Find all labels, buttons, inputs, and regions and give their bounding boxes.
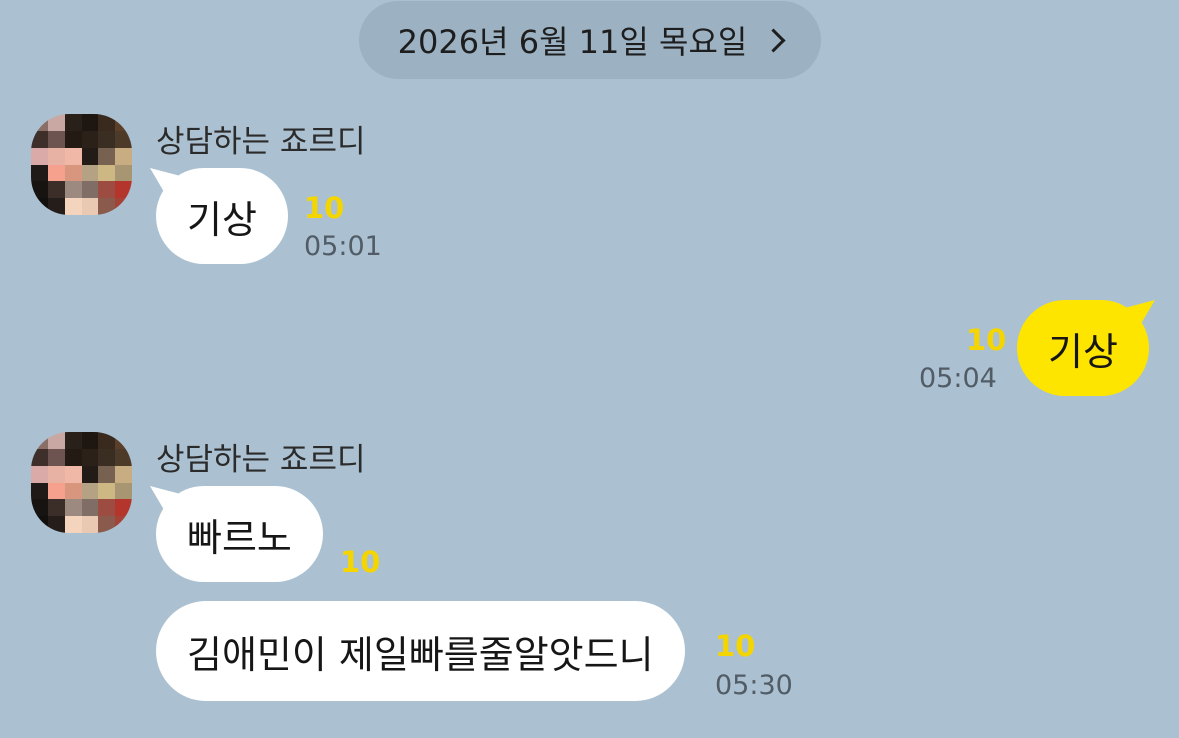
message-time: 05:04 <box>919 363 997 394</box>
unread-count: 10 <box>715 629 756 663</box>
unread-count: 10 <box>304 191 345 225</box>
sender-name: 상담하는 죠르디 <box>156 124 366 160</box>
chevron-right-icon <box>761 28 786 53</box>
avatar[interactable] <box>31 432 132 533</box>
message-text: 기상 <box>1048 329 1118 374</box>
date-header[interactable]: 2026년 6월 11일 목요일 <box>359 1 821 79</box>
message-time: 05:01 <box>304 231 382 262</box>
unread-count: 10 <box>340 545 381 579</box>
message-text: 빠르노 <box>187 515 292 560</box>
message-bubble[interactable]: 기상 <box>150 168 288 264</box>
sender-name: 상담하는 죠르디 <box>156 442 366 478</box>
my-message-bubble[interactable]: 기상 <box>1017 300 1155 396</box>
message-bubble[interactable]: 김애민이 제일빠를줄알앗드니 <box>156 601 685 701</box>
date-label: 2026년 6월 11일 목요일 <box>397 23 748 61</box>
message-text: 기상 <box>187 197 257 242</box>
unread-count: 10 <box>966 323 1007 357</box>
message-text: 김애민이 제일빠를줄알앗드니 <box>187 632 654 677</box>
message-bubble[interactable]: 빠르노 <box>150 486 323 582</box>
message-time: 05:30 <box>715 670 793 701</box>
avatar[interactable] <box>31 114 132 215</box>
